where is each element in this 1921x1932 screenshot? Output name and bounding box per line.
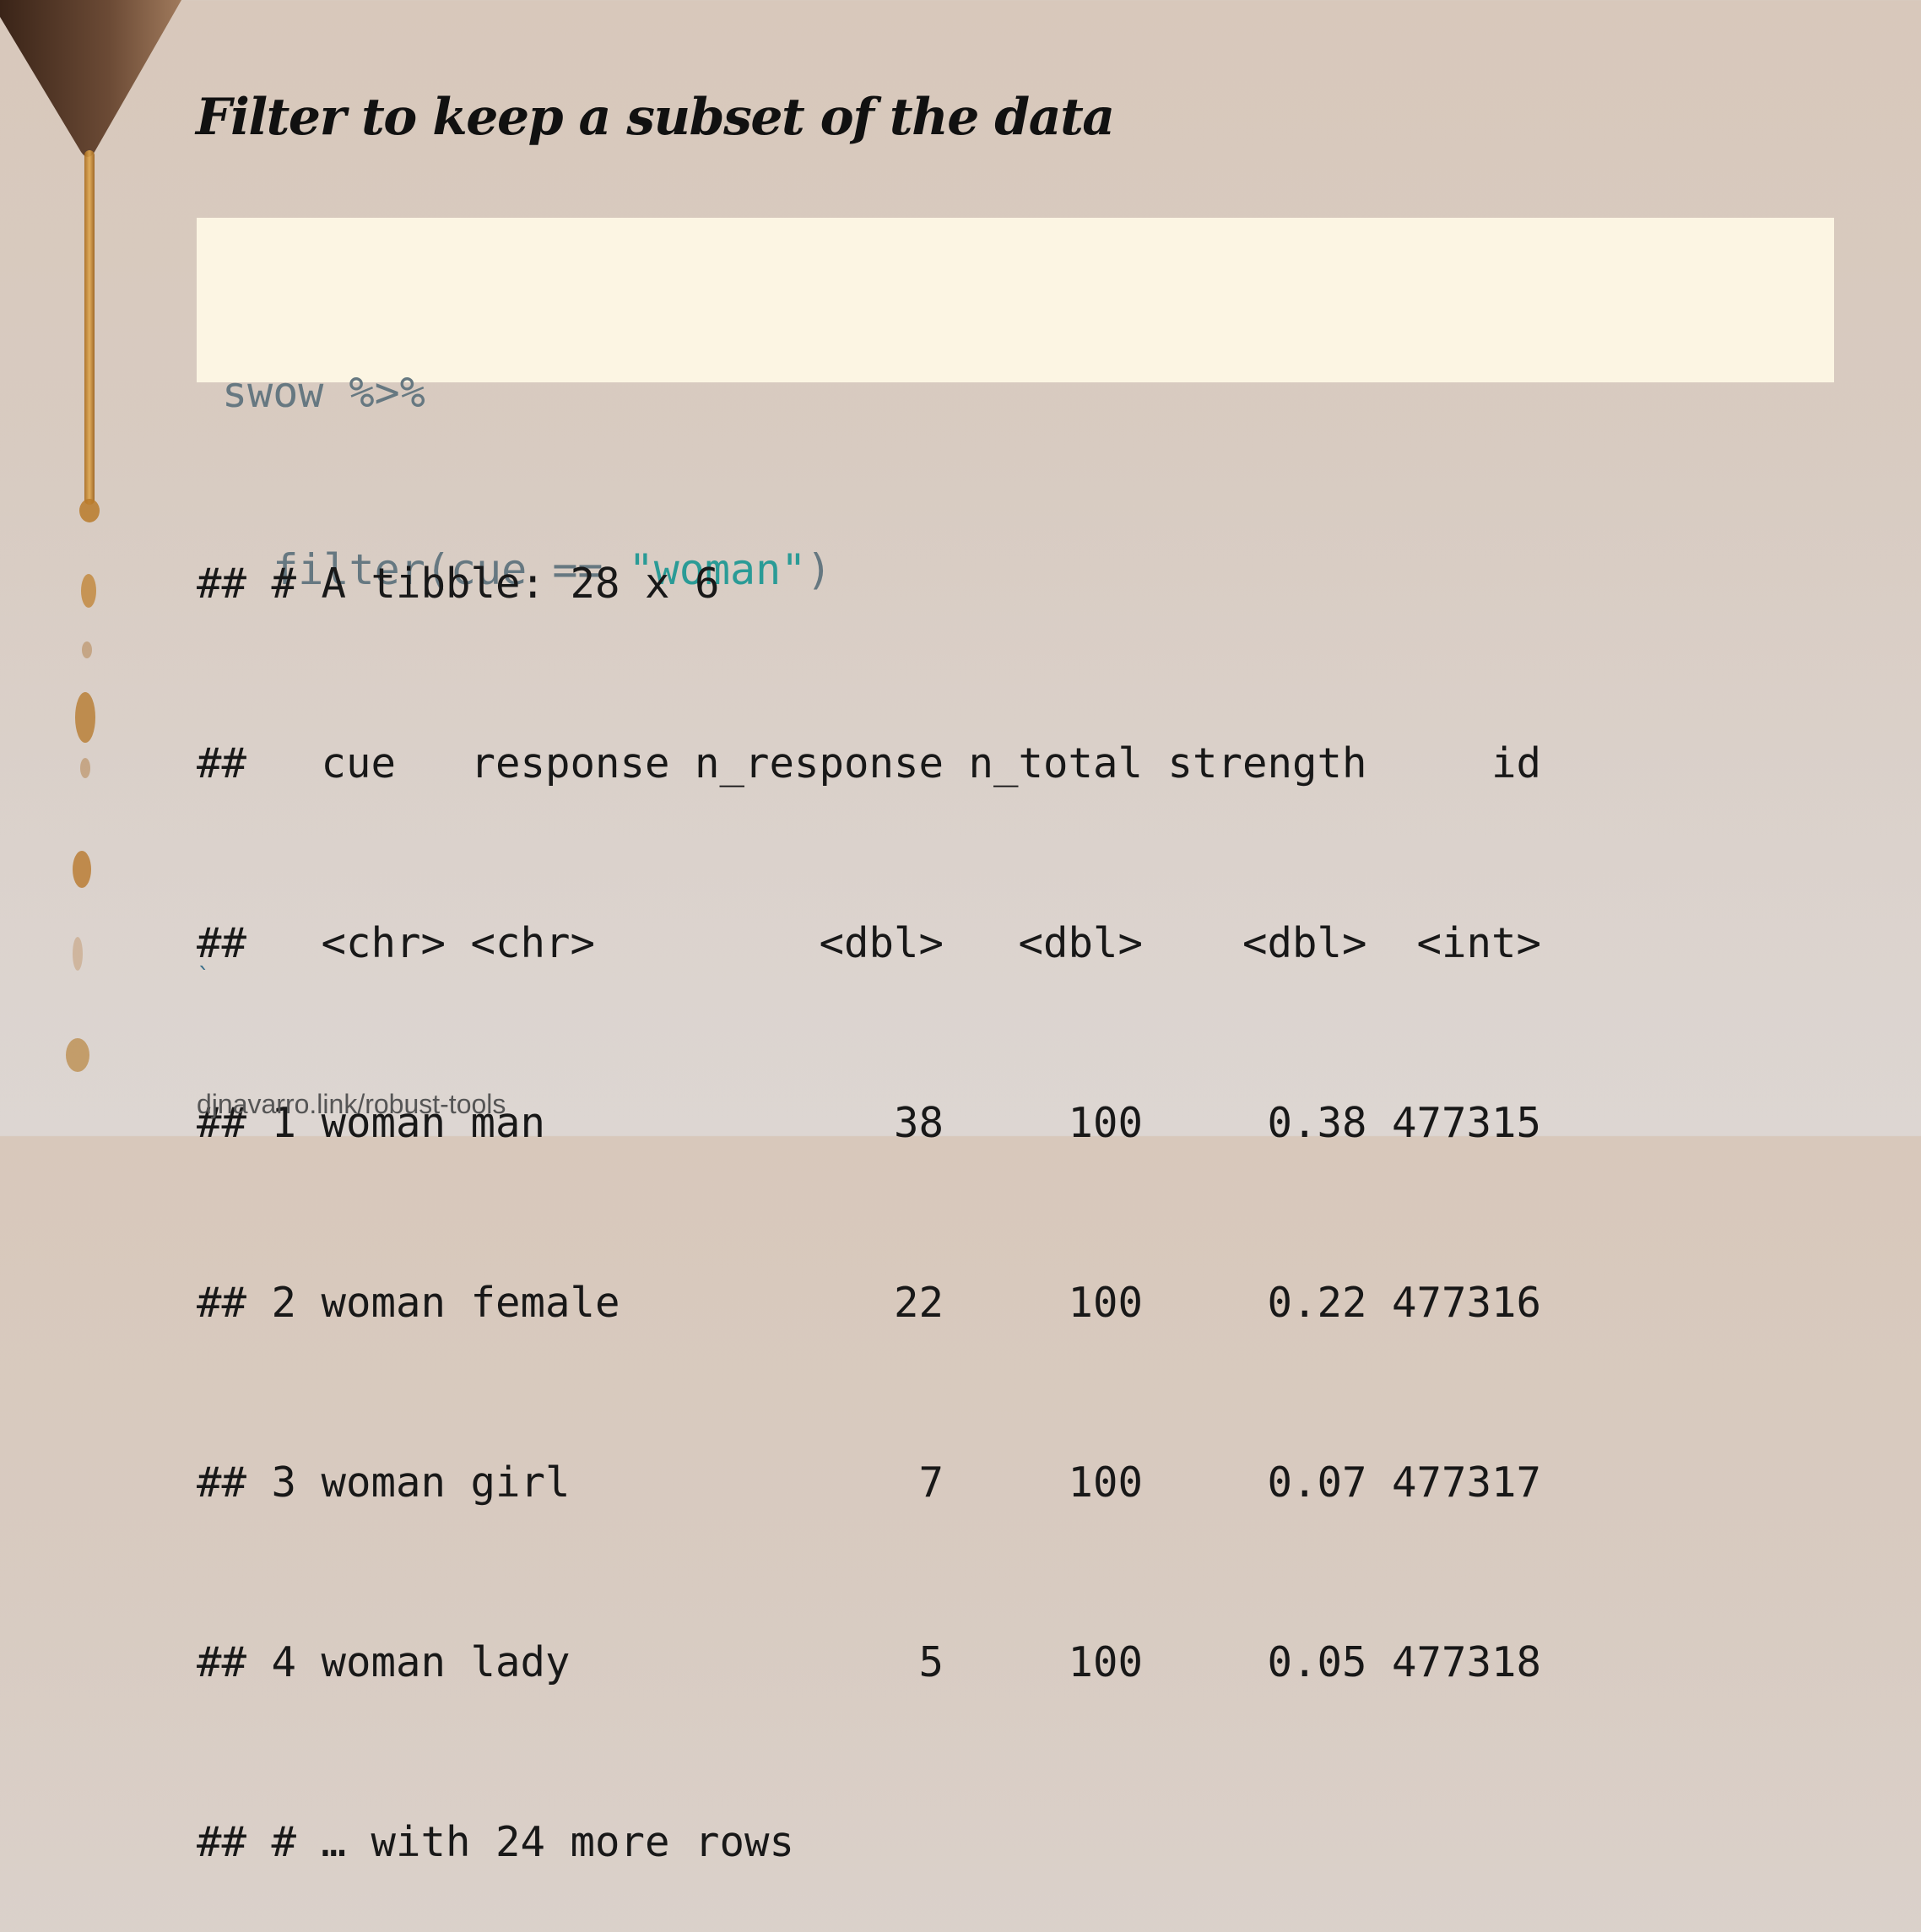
stray-backtick: ` bbox=[197, 962, 211, 990]
code-block: swow %>% filter(cue == "woman") bbox=[197, 218, 1834, 594]
output-line-more-rows: ## # … with 24 more rows bbox=[197, 1818, 795, 1866]
footer-link[interactable]: djnavarro.link/robust-tools bbox=[197, 1089, 506, 1120]
output-line-tibble-header: ## # A tibble: 28 x 6 bbox=[197, 560, 720, 608]
output-row: ## 3 woman girl 7 100 0.07 477317 bbox=[197, 1458, 1542, 1507]
slide-title: Filter to keep a subset of the data bbox=[196, 88, 1115, 147]
output-row: ## 2 woman female 22 100 0.22 477316 bbox=[197, 1279, 1542, 1327]
code-line-1: swow %>% bbox=[222, 368, 425, 417]
output-row: ## 4 woman lady 5 100 0.05 477318 bbox=[197, 1638, 1542, 1686]
coffee-drip-decoration bbox=[0, 0, 203, 1136]
output-line-column-types: ## <chr> <chr> <dbl> <dbl> <dbl> <int> bbox=[197, 919, 1542, 967]
output-line-column-names: ## cue response n_response n_total stren… bbox=[197, 739, 1542, 787]
console-output: ## # A tibble: 28 x 6 ## cue response n_… bbox=[197, 434, 1541, 1932]
